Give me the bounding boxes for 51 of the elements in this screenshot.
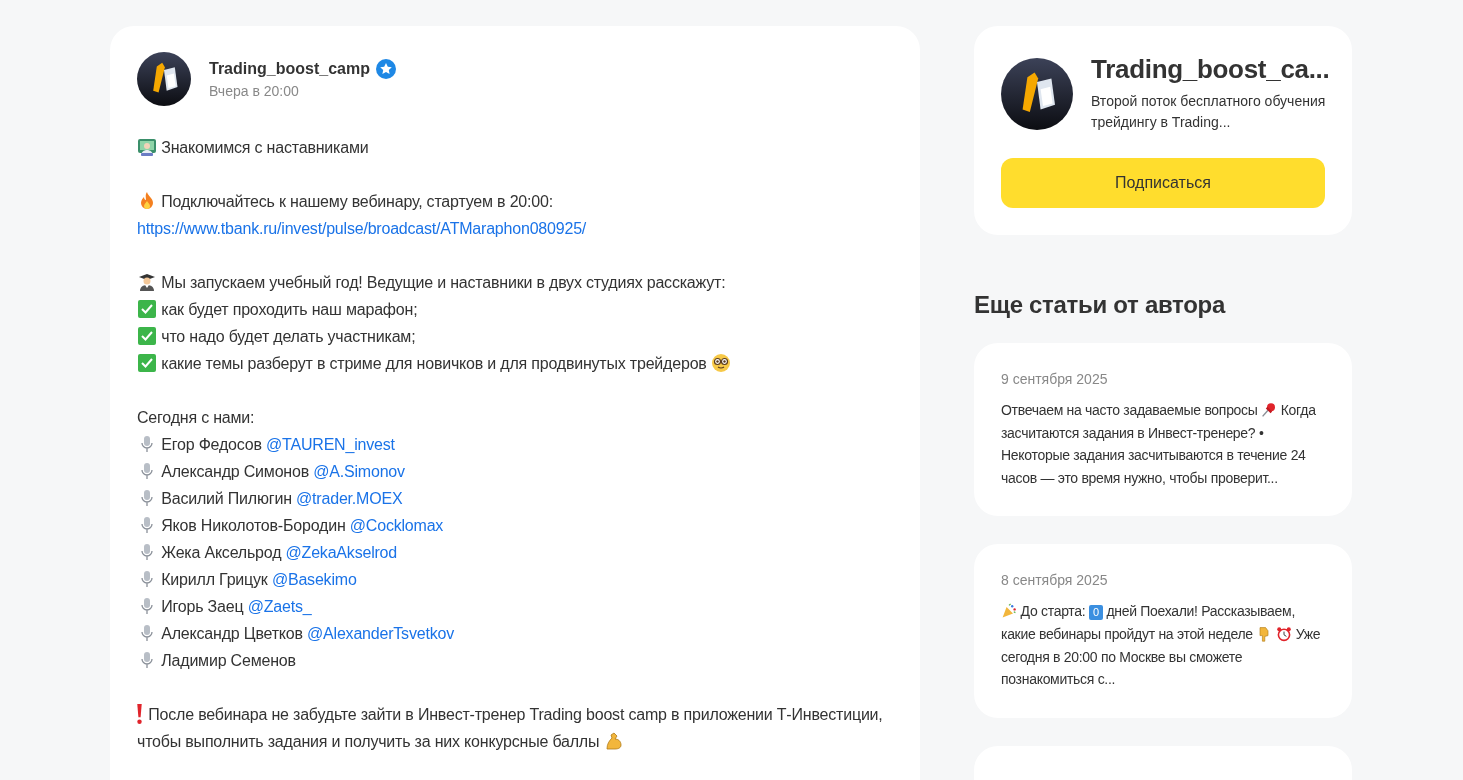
post-text: После вебинара не забудьте зайти в Инвест-тренер Trading boost camp в приложении Т-Инвестиции, чтобы выполнить задания и получить за них конкурсные баллы (137, 703, 884, 753)
post-text: Игорь Заец @Zaets_ (137, 593, 312, 620)
post-text: Мы запускаем учебный год! Ведущие и наставники в двух студиях расскажут: (137, 269, 726, 296)
post-text: Александр Симонов @A.Simonov (137, 458, 405, 485)
check-icon (137, 299, 157, 319)
check-icon (137, 326, 157, 346)
post-text: что надо будет делать участникам; (137, 323, 416, 350)
post-link[interactable]: https://www.tbank.ru/invest/pulse/broadcast/ATMaraphon080925/ (137, 220, 587, 237)
post-text: какие темы разберут в стриме для новичков и для продвинутых трейдеров (137, 350, 731, 377)
post-link[interactable]: @AlexanderTsvetkov (307, 625, 454, 642)
post-time: Вчера в 20:00 (209, 83, 300, 99)
post-text: Жека Аксельрод @ZekaAkselrod (137, 539, 397, 566)
article-excerpt: Отвечаем на часто задаваемые вопросы Когда засчитаются задания в Инвест-тренере? • Некоторые задания засчитываются в течение 24 часов — это время нужно, чтобы проверит... (1001, 401, 1317, 488)
article-card[interactable]: 9 сентября 2025 Отвечаем на часто задаваемые вопросы Когда засчитаются задания в Инвест-тренере? • Некоторые задания засчитываются в течение 24 часов — это время нужно, чтобы проверит... (974, 343, 1352, 517)
channel-avatar[interactable] (1001, 57, 1073, 130)
article-date: 8 сентября 2025 (1001, 572, 1109, 589)
post-text: Знакомимся с наставниками (137, 134, 369, 161)
article-date: 9 сентября 2025 (1001, 371, 1109, 387)
section-heading: Еще статьи от автора (974, 291, 1227, 319)
post-link[interactable]: @TAUREN_invest (266, 436, 395, 453)
post-text: Ладимир Семенов (137, 647, 296, 674)
channel-avatar[interactable] (137, 52, 191, 106)
alarm-clock-icon (1276, 625, 1293, 642)
post-link[interactable]: @trader.MOEX (296, 490, 403, 507)
post-link[interactable]: @Basekimo (271, 571, 357, 588)
check-icon (137, 353, 157, 373)
person-at-screen-icon (137, 137, 157, 157)
post-text: Сегодня с нами: (137, 408, 255, 428)
post-link[interactable]: @A.Simonov (313, 463, 405, 480)
author-name[interactable]: Trading_boost_camp (209, 60, 370, 78)
keycap-digit: 0 (1088, 605, 1103, 621)
subscribe-button[interactable]: Подписаться (1001, 158, 1325, 208)
graduate-icon (137, 272, 157, 292)
exclamation-icon (137, 704, 142, 724)
post-text: Василий Пилюгин @trader.MOEX (137, 485, 403, 512)
pushpin-icon (1261, 402, 1278, 418)
post-text: Яков Николотов-Бородин @Cocklomax (137, 512, 444, 539)
post-text: Подключайтесь к нашему вебинару, стартуем в 20:00: (137, 188, 553, 215)
glasses-face-icon (710, 353, 731, 373)
party-popper-icon (1001, 603, 1017, 620)
channel-title[interactable]: Trading_boost_ca... (1091, 54, 1330, 85)
post-text: как будет проходить наш марафон; (137, 296, 418, 323)
post-text: Кирилл Грицук @Basekimo (137, 566, 357, 593)
post-text: Егор Федосов @TAUREN_invest (137, 431, 395, 458)
post-link[interactable]: @Cocklomax (349, 517, 444, 534)
post-text: Александр Цветков @AlexanderTsvetkov (137, 620, 454, 647)
article-card[interactable]: 8 сентября 2025 До старта: 0 дней Поехали! Рассказываем, какие вебинары пройдут на этой неделе Уже сегодня в 20:00 по Москве вы сможете познакомиться с... (974, 544, 1352, 718)
article-excerpt: До старта: 0 дней Поехали! Рассказываем, какие вебинары пройдут на этой неделе Уже сегодня в 20:00 по Москве вы сможете познакомиться с... (1001, 602, 1322, 690)
channel-description: Второй поток бесплатного обучения трейдингу в Trading... (1091, 92, 1327, 132)
post-link[interactable]: @ZekaAkselrod (285, 544, 397, 561)
post-link[interactable]: @Zaets_ (247, 598, 312, 615)
